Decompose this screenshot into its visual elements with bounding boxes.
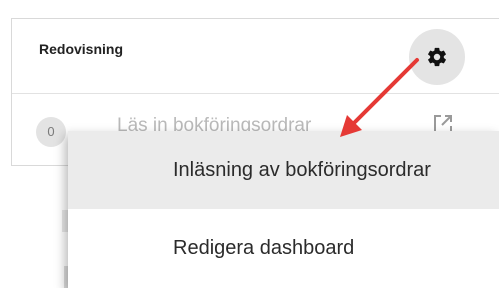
gear-icon: [428, 47, 446, 67]
widget-title: Redovisning: [39, 41, 124, 57]
count-badge: 0: [36, 117, 66, 147]
menu-item-edit-dashboard[interactable]: Redigera dashboard: [68, 209, 499, 287]
widget-header: Redovisning: [12, 19, 499, 94]
menu-item-import-vouchers[interactable]: Inläsning av bokföringsordrar: [68, 131, 499, 209]
settings-dropdown-menu: Inläsning av bokföringsordrar Redigera d…: [68, 131, 499, 288]
settings-button[interactable]: [409, 29, 465, 85]
screenshot-stage: Redovisning 0 Läs in bokföringsordrar In…: [0, 0, 499, 288]
